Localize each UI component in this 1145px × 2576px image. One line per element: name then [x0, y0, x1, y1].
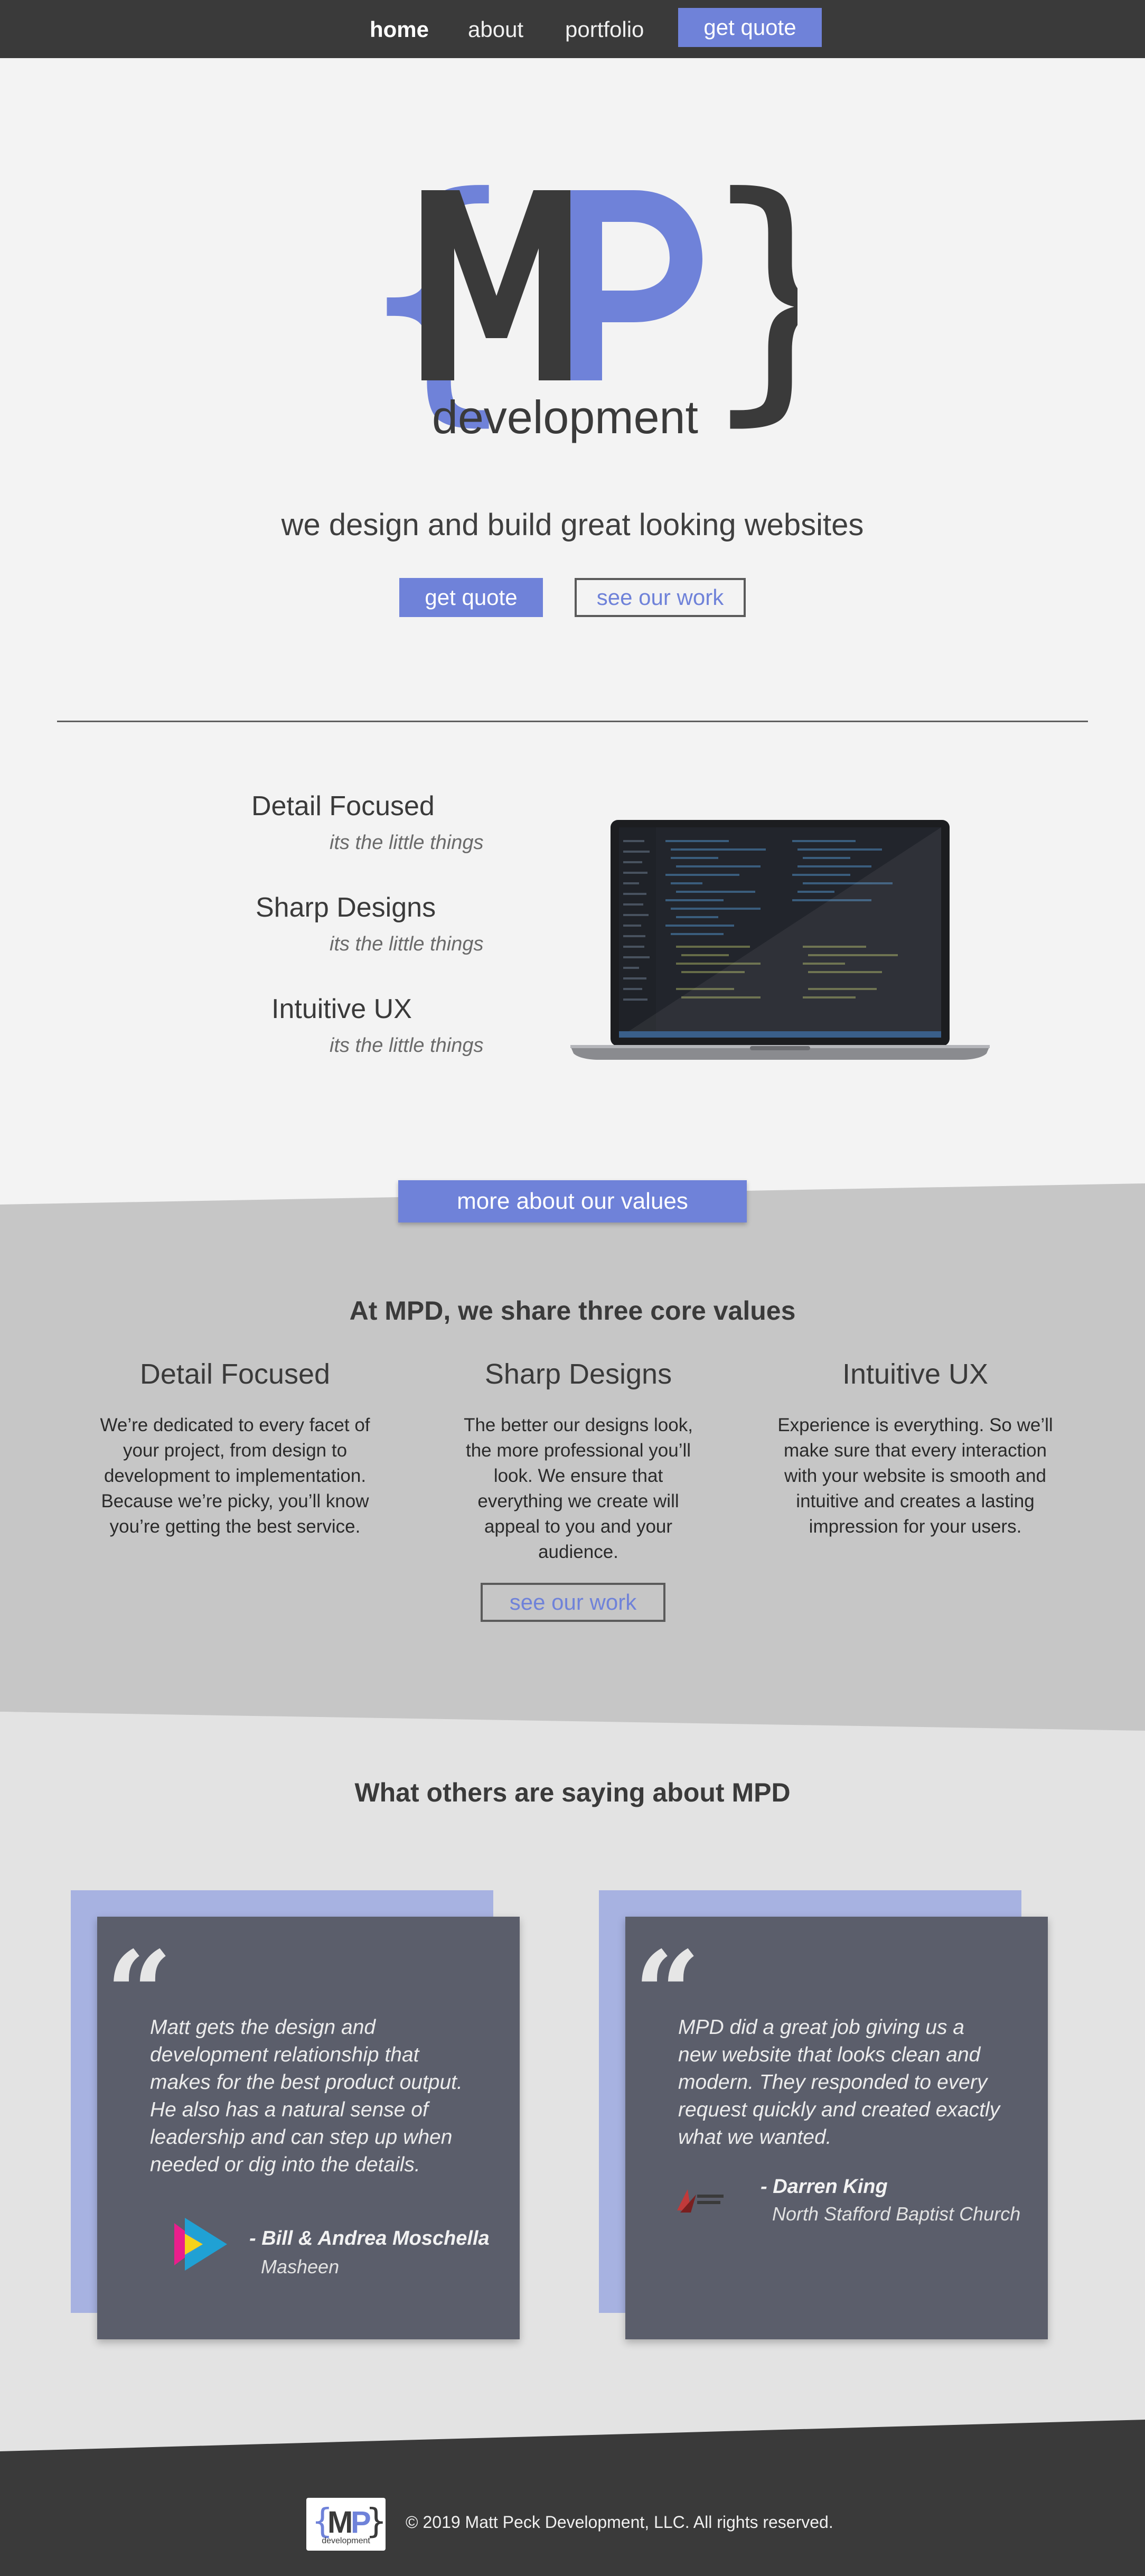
mp-development-logo-icon: { } development	[354, 141, 865, 448]
testimonial-1-author: - Bill & Andrea Moschella	[249, 2227, 490, 2250]
feature-subtitle-intuitive: its the little things	[330, 1034, 484, 1057]
value-text-sharp: The better our designs look, the more pr…	[464, 1415, 693, 1562]
value-text-detail: We’re dedicated to every facet of your p…	[100, 1415, 370, 1537]
church-logo-icon	[675, 2187, 726, 2215]
svg-text:development: development	[322, 2536, 370, 2545]
footer-logo[interactable]: { } M P development	[306, 2498, 387, 2551]
value-title-intuitive: Intuitive UX	[842, 1358, 989, 1390]
value-title-detail: Detail Focused	[139, 1358, 331, 1390]
more-about-values-button[interactable]: more about our values	[398, 1180, 747, 1222]
svg-text:M: M	[327, 2505, 353, 2540]
testimonial-2-org: North Stafford Baptist Church	[772, 2203, 1021, 2225]
testimonials-section-title: What others are saying about MPD	[354, 1778, 791, 1807]
footer-copyright: © 2019 Matt Peck Development, LLC. All r…	[406, 2513, 833, 2532]
feature-title-detail: Detail Focused	[251, 791, 435, 822]
logo-word: development	[432, 391, 698, 443]
hero-tagline: we design and build great looking websit…	[281, 508, 864, 542]
hero-logo: { } development	[354, 141, 865, 454]
values-see-our-work-button[interactable]: see our work	[481, 1583, 665, 1622]
hero-see-our-work-button[interactable]: see our work	[575, 578, 746, 617]
value-title-sharp: Sharp Designs	[484, 1358, 672, 1390]
logo-brace-right: }	[697, 158, 797, 448]
nav-link-home[interactable]: home	[370, 15, 429, 44]
testimonial-1-quote: Matt gets the design and development rel…	[150, 2016, 463, 2176]
feature-title-sharp: Sharp Designs	[256, 892, 436, 923]
mp-development-logo-icon: { } M P development	[312, 2502, 387, 2545]
nav-get-quote-button[interactable]: get quote	[678, 8, 822, 47]
hero-get-quote-button[interactable]: get quote	[399, 578, 543, 617]
value-text-intuitive: Experience is everything. So we’ll make …	[777, 1415, 1053, 1537]
nav-link-portfolio[interactable]: portfolio	[565, 15, 644, 44]
top-navigation-bar: home about portfolio get quote	[0, 0, 1145, 58]
values-section-title: At MPD, we share three core values	[349, 1296, 796, 1326]
feature-title-intuitive: Intuitive UX	[271, 994, 412, 1024]
feature-subtitle-sharp: its the little things	[330, 933, 484, 955]
svg-text:P: P	[351, 2505, 371, 2540]
testimonial-2-quote: MPD did a great job giving us a new webs…	[678, 2016, 1000, 2149]
masheen-play-logo-icon	[173, 2218, 231, 2271]
nav-link-about[interactable]: about	[468, 15, 523, 44]
feature-subtitle-detail: its the little things	[330, 832, 484, 854]
logo-letter-p	[570, 190, 702, 380]
footer-background	[0, 2420, 1145, 2576]
laptop-code-editor-image	[570, 819, 990, 1062]
section-divider	[57, 721, 1088, 722]
testimonial-1-org: Masheen	[261, 2256, 340, 2278]
testimonial-2-author: - Darren King	[761, 2176, 888, 2198]
